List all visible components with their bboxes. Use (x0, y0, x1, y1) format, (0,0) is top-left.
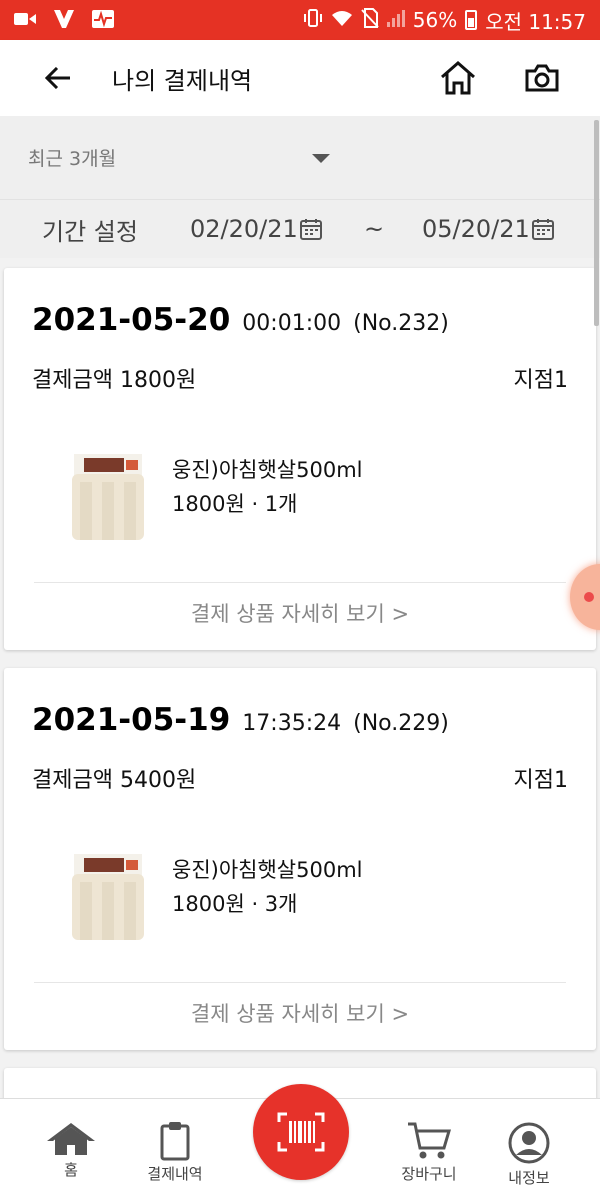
scrollbar-thumb[interactable] (594, 120, 599, 326)
nav-home[interactable]: 홈 (26, 1121, 116, 1180)
product-image (70, 854, 146, 940)
calendar-icon (531, 219, 554, 240)
order-detail-link[interactable]: 결제 상품 자세히 보기 > (4, 998, 596, 1028)
back-button[interactable] (28, 48, 88, 108)
order-date: 2021-05-19 (32, 702, 231, 738)
divider (34, 582, 566, 583)
app-header: 나의 결제내역 (0, 40, 600, 116)
order-time: 17:35:24 (242, 711, 342, 736)
clock: 오전 11:57 (485, 9, 586, 34)
order-amount: 결제금액 1800원 (32, 368, 197, 393)
nav-profile[interactable]: 내정보 (484, 1121, 574, 1188)
order-card: 2021-05-19 17:35:24 (No.229) 결제금액 5400원 … (4, 668, 596, 1050)
no-sim-icon (361, 7, 379, 33)
activity-icon (92, 9, 114, 31)
wifi-icon (331, 8, 353, 32)
calendar-icon (299, 219, 322, 240)
back-arrow-icon (45, 67, 70, 89)
battery-icon (465, 10, 478, 30)
scan-button[interactable] (253, 1084, 349, 1180)
nav-payment-history[interactable]: 결제내역 (130, 1121, 220, 1184)
caret-down-icon (312, 154, 330, 163)
order-time: 00:01:00 (242, 311, 342, 336)
cart-icon (408, 1122, 452, 1159)
nav-history-label: 결제내역 (147, 1165, 203, 1183)
order-detail-link[interactable]: 결제 상품 자세히 보기 > (4, 598, 596, 628)
signal-icon (386, 8, 405, 32)
vibrate-icon (303, 8, 323, 33)
nav-home-label: 홈 (64, 1161, 78, 1179)
nav-cart-label: 장바구니 (401, 1165, 457, 1183)
nav-cart[interactable]: 장바구니 (384, 1121, 474, 1184)
order-number: (No.229) (353, 711, 449, 736)
camera-icon (525, 64, 559, 92)
page-title: 나의 결제내역 (112, 66, 253, 95)
home-icon (441, 61, 475, 95)
user-icon (508, 1122, 550, 1164)
start-date-value: 02/20/21 (190, 215, 298, 243)
barcode-scan-icon (277, 1112, 325, 1152)
divider (34, 982, 566, 983)
home-button[interactable] (436, 56, 480, 100)
order-card: 2021-05-20 00:01:00 (No.232) 결제금액 1800원 … (4, 268, 596, 650)
start-date-picker[interactable]: 02/20/21 (190, 215, 322, 243)
camera-button[interactable] (520, 56, 564, 100)
order-store: 지점1 (513, 368, 568, 393)
status-bar: 56% 오전 11:57 (0, 0, 600, 40)
order-amount: 결제금액 5400원 (32, 768, 197, 793)
product-name: 웅진)아침햇살500ml (172, 858, 363, 882)
bottom-navigation: 홈 결제내역 장바구니 내정보 (0, 1084, 600, 1200)
period-dropdown[interactable]: 최근 3개월 (0, 116, 600, 200)
home-icon (47, 1123, 95, 1155)
video-icon (14, 10, 36, 30)
date-range-row: 기간 설정 02/20/21 ~ 05/20/21 (0, 200, 600, 258)
product-name: 웅진)아침햇살500ml (172, 458, 363, 482)
period-dropdown-value: 최근 3개월 (28, 148, 117, 170)
nav-profile-label: 내정보 (508, 1169, 550, 1187)
end-date-value: 05/20/21 (422, 215, 530, 243)
product-price-qty: 1800원 · 3개 (172, 892, 298, 916)
order-store: 지점1 (513, 768, 568, 793)
order-date: 2021-05-20 (32, 302, 231, 338)
order-number: (No.232) (353, 311, 449, 336)
product-image (70, 454, 146, 540)
clipboard-icon (160, 1122, 190, 1161)
product-price-qty: 1800원 · 1개 (172, 492, 298, 516)
battery-percent: 56% (412, 8, 458, 32)
date-range-label: 기간 설정 (42, 217, 138, 246)
end-date-picker[interactable]: 05/20/21 (422, 215, 554, 243)
date-range-separator: ~ (364, 215, 385, 243)
app-logo-icon (54, 9, 74, 31)
